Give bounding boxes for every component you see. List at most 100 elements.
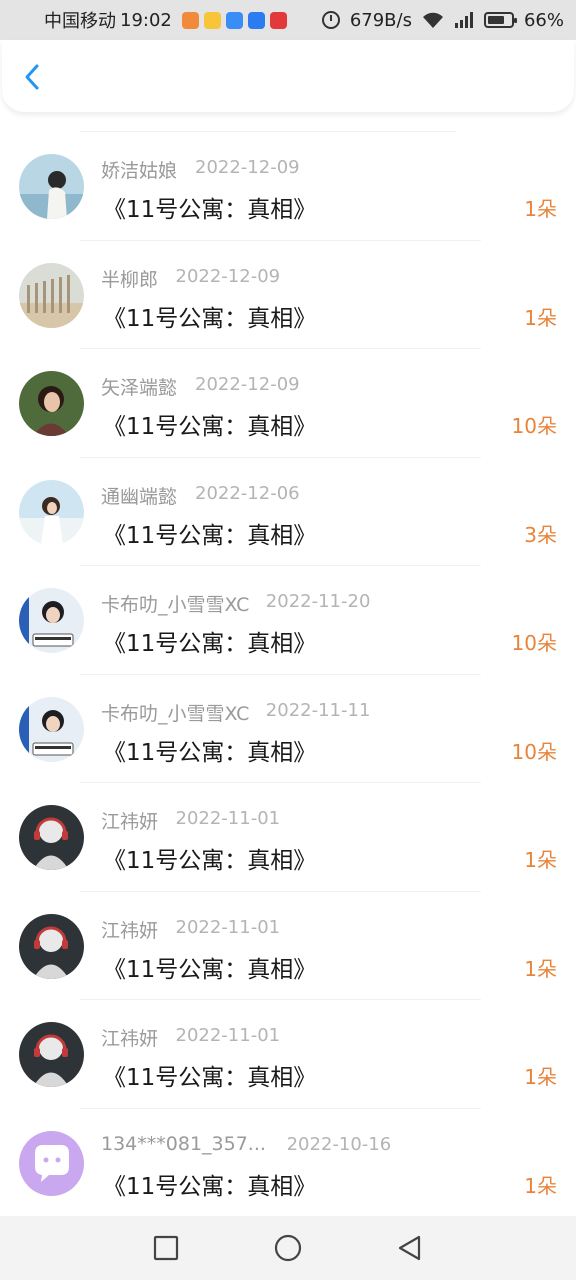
- user-name: 江祎妍: [101, 919, 159, 942]
- avatar[interactable]: [19, 913, 84, 979]
- reward-date: 2022-11-20: [265, 591, 371, 612]
- avatar[interactable]: [19, 588, 84, 653]
- user-name: 娇洁姑娘: [101, 160, 178, 182]
- back-nav-button[interactable]: [395, 1233, 425, 1263]
- list-item-content: 矢泽端懿 2022-12-09 《11号公寓：真相》 10朵: [0, 349, 576, 457]
- list-item-content: 江祎妍 2022-11-01 《11号公寓：真相》 1朵: [0, 783, 576, 891]
- user-name: 矢泽端懿: [101, 377, 178, 399]
- app-notification-icon: [203, 11, 221, 29]
- wifi-icon: [422, 11, 444, 29]
- user-name: 半柳郎: [101, 268, 159, 291]
- list-item[interactable]: 半柳郎 2022-12-09 《11号公寓：真相》 1朵: [19, 241, 557, 349]
- avatar-image: [19, 262, 84, 328]
- reward-date: 2022-11-01: [175, 916, 281, 938]
- book-title: 《11号公寓：真相》: [103, 631, 317, 657]
- book-title: 《11号公寓：真相》: [103, 197, 317, 223]
- list-item[interactable]: 通幽端懿 2022-12-06 《11号公寓：真相》 3朵: [19, 458, 557, 566]
- avatar-image: [19, 1022, 84, 1087]
- chevron-left-icon: [25, 64, 39, 90]
- avatar[interactable]: [19, 479, 84, 545]
- avatar-image: [19, 805, 84, 870]
- user-name: 江祎妍: [101, 1028, 159, 1050]
- avatar[interactable]: [19, 154, 84, 219]
- list-item[interactable]: 卡布叻_小雪雪XC 2022-11-20 《11号公寓：真相》 10朵: [19, 566, 557, 675]
- reward-date: 2022-11-11: [265, 699, 371, 721]
- battery-icon: [483, 12, 517, 28]
- list-item-content: 卡布叻_小雪雪XC 2022-11-11 《11号公寓：真相》 10朵: [0, 675, 576, 783]
- user-name: 卡布叻_小雪雪XC: [101, 702, 250, 725]
- list-item-content: 134***081_357... 2022-10-16 《11号公寓：真相》 1朵: [0, 1109, 576, 1217]
- avatar[interactable]: [19, 371, 84, 436]
- flower-count: 3朵: [524, 522, 557, 547]
- list-item[interactable]: 江祎妍 2022-11-01 《11号公寓：真相》 1朵: [19, 783, 557, 892]
- reward-date: 2022-10-16: [286, 1133, 392, 1155]
- reward-date: 2022-11-01: [175, 1025, 281, 1046]
- book-title: 《11号公寓：真相》: [103, 522, 317, 549]
- list-item-content: 江祎妍 2022-11-01 《11号公寓：真相》 1朵: [0, 892, 576, 1000]
- reward-date: 2022-11-01: [175, 808, 281, 829]
- reward-date: 2022-12-06: [195, 482, 300, 504]
- list-item-content: 半柳郎 2022-12-09 《11号公寓：真相》 1朵: [0, 241, 576, 349]
- list-item[interactable]: 江祎妍 2022-11-01 《11号公寓：真相》 1朵: [19, 892, 557, 1000]
- carrier: 中国移动: [44, 11, 116, 32]
- triangle-back-icon: [398, 1235, 421, 1261]
- avatar-image: [19, 588, 84, 653]
- home-button[interactable]: [273, 1233, 303, 1263]
- flower-count: 10朵: [511, 739, 557, 764]
- flower-count: 1朵: [524, 956, 557, 981]
- book-title: 《11号公寓：真相》: [103, 414, 317, 440]
- avatar[interactable]: [19, 805, 84, 870]
- reward-date: 2022-12-09: [175, 265, 281, 287]
- flower-count: 1朵: [524, 305, 557, 330]
- list-item[interactable]: 134***081_357... 2022-10-16 《11号公寓：真相》 1朵: [19, 1109, 557, 1217]
- app-notification-icon: [181, 11, 199, 29]
- signal-icon: [454, 11, 474, 29]
- book-title: 《11号公寓：真相》: [103, 739, 317, 766]
- reward-date: 2022-12-09: [195, 374, 300, 395]
- system-nav-bar: [0, 1216, 576, 1280]
- book-title: 《11号公寓：真相》: [103, 956, 317, 983]
- clock: 19:02: [120, 9, 172, 31]
- user-name: 134***081_357...: [101, 1132, 266, 1155]
- avatar[interactable]: [19, 1022, 84, 1087]
- avatar-image: [19, 696, 84, 762]
- list-item-content: 通幽端懿 2022-12-06 《11号公寓：真相》 3朵: [0, 458, 576, 566]
- avatar-image: [19, 154, 84, 219]
- list-item-content: 江祎妍 2022-11-01 《11号公寓：真相》 1朵: [0, 1000, 576, 1108]
- circle-icon: [274, 1234, 302, 1262]
- user-name: 江祎妍: [101, 811, 159, 833]
- alarm-icon: [321, 11, 340, 29]
- flower-count: 10朵: [511, 414, 557, 438]
- square-icon: [153, 1235, 179, 1261]
- cloud-icon: [225, 11, 243, 29]
- avatar[interactable]: [19, 1130, 84, 1196]
- reward-date: 2022-12-09: [195, 157, 300, 178]
- recent-apps-button[interactable]: [151, 1233, 181, 1263]
- list-item[interactable]: 卡布叻_小雪雪XC 2022-11-11 《11号公寓：真相》 10朵: [19, 675, 557, 783]
- flower-count: 1朵: [524, 848, 557, 872]
- status-bar: 中国移动 19:02 679B/s 66%: [0, 0, 576, 40]
- header: [2, 40, 574, 112]
- battery-level: 66%: [523, 9, 564, 31]
- chat-bubble-icon: [19, 1130, 84, 1196]
- avatar-image: [19, 479, 84, 545]
- back-button[interactable]: [18, 62, 48, 92]
- book-icon: [269, 11, 287, 29]
- book-title: 《11号公寓：真相》: [103, 1173, 317, 1200]
- user-name: 卡布叻_小雪雪XC: [101, 594, 250, 616]
- list-item[interactable]: 娇洁姑娘 2022-12-09 《11号公寓：真相》 1朵: [19, 132, 557, 241]
- avatar-image: [19, 371, 84, 436]
- flower-count: 10朵: [511, 631, 557, 655]
- list-item[interactable]: 矢泽端懿 2022-12-09 《11号公寓：真相》 10朵: [19, 349, 557, 458]
- reward-list: 娇洁姑娘 2022-12-09 《11号公寓：真相》 1朵 半柳郎 2022-12-09 《…: [0, 131, 576, 1217]
- cloud-icon: [247, 11, 265, 29]
- net-speed: 679B/s: [349, 9, 412, 31]
- book-title: 《11号公寓：真相》: [103, 848, 317, 874]
- avatar[interactable]: [19, 262, 84, 328]
- flower-count: 1朵: [524, 1173, 557, 1198]
- avatar[interactable]: [19, 696, 84, 762]
- flower-count: 1朵: [524, 197, 557, 221]
- list-item[interactable]: 江祎妍 2022-11-01 《11号公寓：真相》 1朵: [19, 1000, 557, 1109]
- user-name: 通幽端懿: [101, 485, 178, 508]
- flower-count: 1朵: [524, 1065, 557, 1089]
